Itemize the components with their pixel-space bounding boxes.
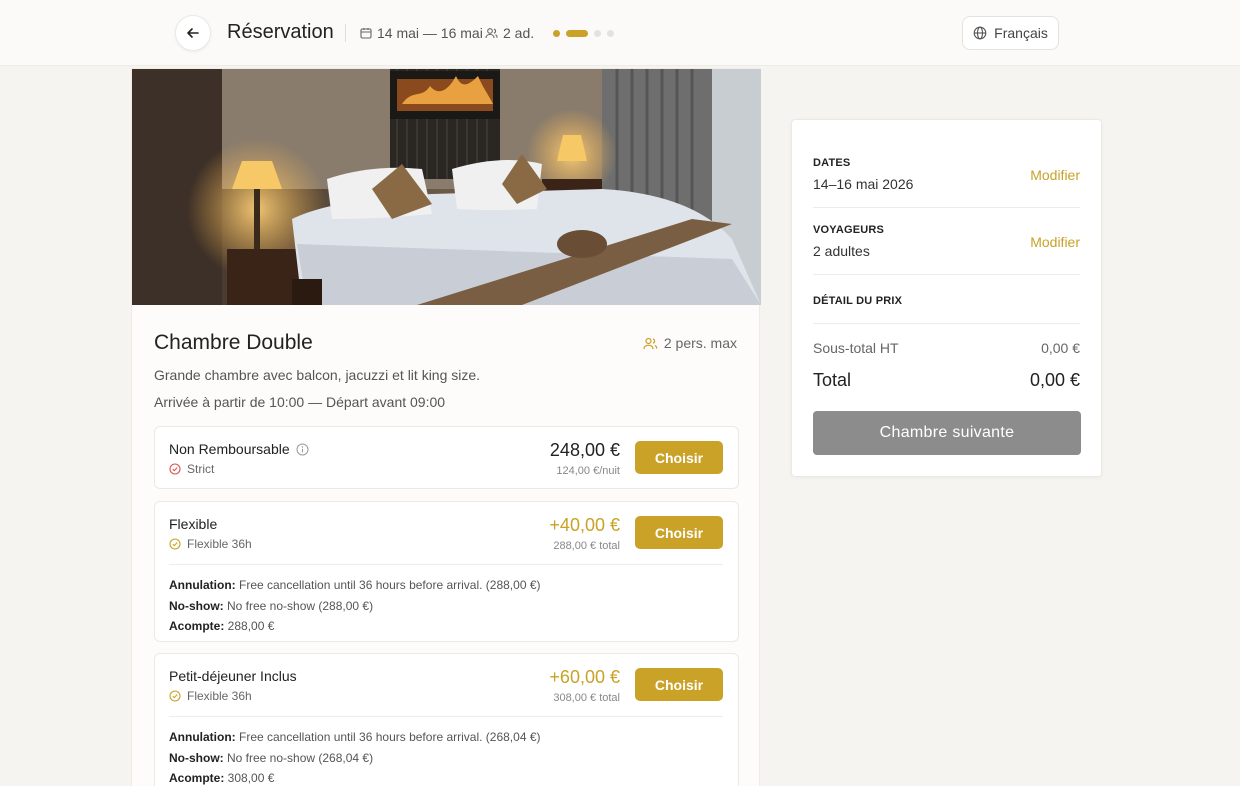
choose-button[interactable]: Choisir [635,516,723,549]
info-icon[interactable] [296,443,309,456]
arrow-left-icon [187,28,199,38]
header-dates: 14 mai — 16 mai [360,25,483,41]
step-1 [553,30,560,37]
page-title: Réservation [227,21,334,43]
header-guests-text: 2 ad. [503,25,535,41]
booking-summary: DATES 14–16 mai 2026 Modifier VOYAGEURS … [791,119,1102,477]
dates-label: DATES [813,157,851,169]
total-value: 0,00 € [1029,370,1080,390]
rate-name: Petit-déjeuner Inclus [169,668,297,684]
language-label: Français [994,25,1048,41]
price-detail-label: DÉTAIL DU PRIX [813,295,903,307]
rate-annulation: Annulation: Free cancellation until 36 h… [169,578,541,592]
rate-policy-text: Strict [187,462,215,476]
rate-option: Petit-déjeuner Inclus Flexible 36h +60,0… [154,653,739,786]
room-card: Chambre Double 2 pers. max Grande chambr… [131,68,761,786]
header-guests: 2 ad. [485,25,534,41]
summary-divider [813,274,1080,275]
room-description: Grande chambre avec balcon, jacuzzi et l… [154,367,481,383]
rate-option: Flexible Flexible 36h +40,00 € 288,00 € … [154,501,739,642]
total-label: Total [813,370,852,390]
room-times: Arrivée à partir de 10:00 — Départ avant… [154,394,446,410]
rate-noshow: No-show: No free no-show (288,00 €) [169,598,374,613]
rate-divider [169,716,723,717]
rate-option: Non Remboursable Strict 248,00 € 124,00 … [154,426,739,489]
rate-policy: Flexible 36h [169,537,252,551]
calendar-icon [360,28,372,39]
rate-details: Annulation: Free cancellation until 36 h… [169,575,541,637]
summary-divider [813,207,1080,208]
rate-price: 248,00 € [549,440,620,460]
choose-button[interactable]: Choisir [635,441,723,474]
rate-divider [169,564,723,565]
header-dates-text: 14 mai — 16 mai [377,25,483,41]
rate-name-text: Flexible [169,516,218,532]
rate-price-sub: 288,00 € total [553,540,620,552]
progress-steps [553,30,614,37]
rate-name-text: Non Remboursable [169,441,290,457]
users-icon [485,28,498,39]
check-circle-icon [169,538,181,550]
modify-guests-link[interactable]: Modifier [1030,234,1080,250]
room-name: Chambre Double [154,331,313,354]
room-capacity: 2 pers. max [643,335,737,351]
rate-policy-text: Flexible 36h [187,537,252,551]
voyageurs-value: 2 adultes [813,243,870,259]
rate-name: Flexible [169,516,217,532]
rate-noshow: No-show: No free no-show (268,04 €) [169,750,374,765]
rate-policy: Strict [169,462,214,476]
rate-price: +60,00 € [549,667,620,687]
top-bar: Réservation 14 mai — 16 mai 2 ad. França… [0,0,1240,66]
users-icon [643,337,658,349]
room-photo [132,69,761,305]
step-4 [607,30,614,37]
modify-dates-link[interactable]: Modifier [1030,167,1080,183]
globe-icon [973,26,987,40]
subtotal-label: Sous-total HT [813,340,899,356]
dates-value: 14–16 mai 2026 [813,176,914,192]
step-2 [566,30,588,37]
rate-acompte: Acompte: 288,00 € [169,619,275,633]
rate-details: Annulation: Free cancellation until 36 h… [169,727,541,786]
rate-annulation: Annulation: Free cancellation until 36 h… [169,730,541,744]
rate-name: Non Remboursable [169,441,309,457]
voyageurs-label: VOYAGEURS [813,224,885,236]
step-3 [594,30,601,37]
rate-name-text: Petit-déjeuner Inclus [169,668,297,684]
rate-price: +40,00 € [549,515,620,535]
back-button[interactable] [175,15,211,51]
rate-policy-text: Flexible 36h [187,689,252,703]
subtotal-value: 0,00 € [1041,340,1080,356]
language-selector[interactable]: Français [962,16,1059,50]
next-room-button[interactable]: Chambre suivante [813,411,1081,455]
room-capacity-text: 2 pers. max [663,335,737,351]
summary-divider [813,323,1080,324]
rate-price-sub: 124,00 €/nuit [556,465,620,477]
rate-policy: Flexible 36h [169,689,252,703]
header-divider [345,24,346,42]
choose-button[interactable]: Choisir [635,668,723,701]
rate-price-sub: 308,00 € total [553,692,620,704]
check-circle-icon [169,690,181,702]
check-circle-icon [169,463,181,475]
rate-acompte: Acompte: 308,00 € [169,771,275,785]
